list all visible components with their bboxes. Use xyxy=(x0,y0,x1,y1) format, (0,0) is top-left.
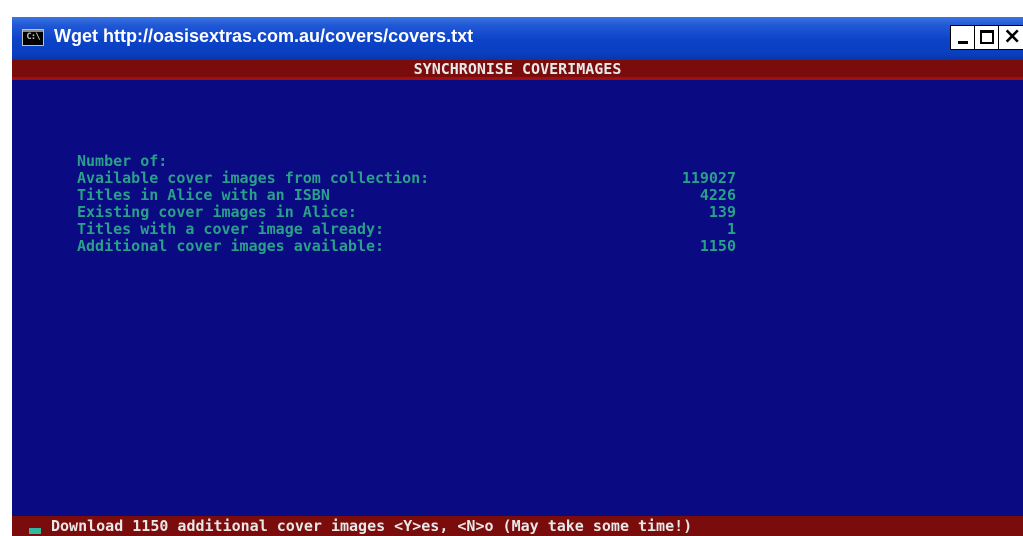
minimize-button[interactable] xyxy=(950,25,975,50)
stat-value-available: 119027 xyxy=(681,169,736,187)
close-icon: × xyxy=(1003,24,1022,49)
window-title: Wget http://oasisextras.com.au/covers/co… xyxy=(54,26,474,46)
stat-label-titles-isbn: Titles in Alice with an ISBN xyxy=(77,186,330,204)
screen-header-bar: SYNCHRONISE COVERIMAGES xyxy=(12,60,1023,80)
stat-label-available: Available cover images from collection: xyxy=(77,169,430,187)
console-app-icon[interactable]: C:\ xyxy=(22,29,44,46)
stats-heading: Number of: xyxy=(77,152,168,170)
text-cursor xyxy=(29,528,41,534)
stat-label-with-cover: Titles with a cover image already: xyxy=(77,220,385,238)
stat-value-titles-isbn: 4226 xyxy=(699,186,736,204)
stat-value-with-cover: 1 xyxy=(726,220,736,238)
screen-title: SYNCHRONISE COVERIMAGES xyxy=(413,60,622,78)
stat-value-existing: 139 xyxy=(708,203,736,221)
maximize-icon xyxy=(980,30,994,44)
download-prompt: Download 1150 additional cover images <Y… xyxy=(51,517,693,535)
stat-value-additional: 1150 xyxy=(699,237,736,255)
prompt-bar: Download 1150 additional cover images <Y… xyxy=(12,516,1023,536)
console-window: C:\ Wget http://oasisextras.com.au/cover… xyxy=(12,17,1023,536)
title-bar[interactable]: C:\ Wget http://oasisextras.com.au/cover… xyxy=(12,17,1023,60)
maximize-button[interactable] xyxy=(974,25,999,50)
minimize-icon xyxy=(958,41,968,44)
close-button[interactable]: × xyxy=(998,25,1023,50)
stat-label-existing: Existing cover images in Alice: xyxy=(77,203,357,221)
console-area[interactable]: SYNCHRONISE COVERIMAGES Number of: Avail… xyxy=(12,60,1023,536)
stat-label-additional: Additional cover images available: xyxy=(77,237,385,255)
